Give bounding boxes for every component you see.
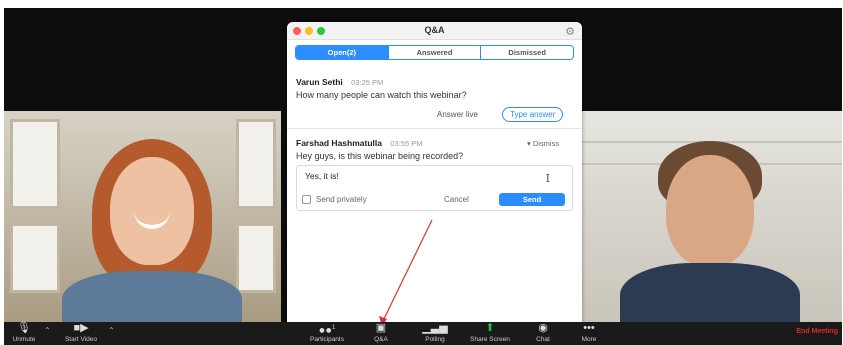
qa-button[interactable]: ▣ Q&A: [366, 322, 396, 345]
unmute-button[interactable]: 🎙 Unmute: [8, 322, 40, 345]
polling-icon: ▁▃▅: [422, 322, 448, 334]
chat-button[interactable]: ◉ Chat: [528, 322, 558, 345]
chat-icon: ◉: [538, 322, 548, 334]
participants-label: Participants: [310, 336, 344, 343]
share-screen-label: Share Screen: [470, 336, 510, 343]
meeting-toolbar: 🎙 Unmute ⌃ ■▶ Start Video ⌃ ●●1 Particip…: [4, 322, 842, 345]
share-screen-button[interactable]: ⬆ Share Screen: [464, 322, 516, 345]
video-off-icon: ■▶: [73, 322, 89, 334]
participants-count: 1: [331, 325, 336, 331]
screenshot: Q&A ⚙ Open(2) Answered Dismissed Varun S…: [0, 0, 843, 345]
chat-label: Chat: [536, 336, 550, 343]
annotation-arrow: [379, 219, 433, 326]
start-video-button[interactable]: ■▶ Start Video: [58, 322, 104, 345]
more-icon: •••: [583, 322, 595, 334]
end-meeting-button[interactable]: End Meeting: [796, 328, 838, 335]
start-video-label: Start Video: [64, 336, 98, 343]
chevron-up-icon[interactable]: ⌃: [44, 326, 51, 335]
participants-button[interactable]: ●●1 Participants: [304, 322, 350, 345]
share-screen-icon: ⬆: [485, 322, 495, 334]
qa-icon: ▣: [375, 322, 387, 334]
more-button[interactable]: ••• More: [574, 322, 604, 345]
participants-icon: ●●1: [318, 324, 336, 337]
polling-button[interactable]: ▁▃▅ Polling: [420, 322, 450, 345]
chevron-up-icon[interactable]: ⌃: [108, 326, 115, 335]
microphone-muted-icon: 🎙: [17, 322, 31, 334]
polling-label: Polling: [425, 336, 445, 343]
meeting-canvas: Q&A ⚙ Open(2) Answered Dismissed Varun S…: [4, 8, 842, 330]
qa-label: Q&A: [374, 336, 388, 343]
more-label: More: [581, 336, 597, 343]
unmute-label: Unmute: [12, 336, 36, 343]
